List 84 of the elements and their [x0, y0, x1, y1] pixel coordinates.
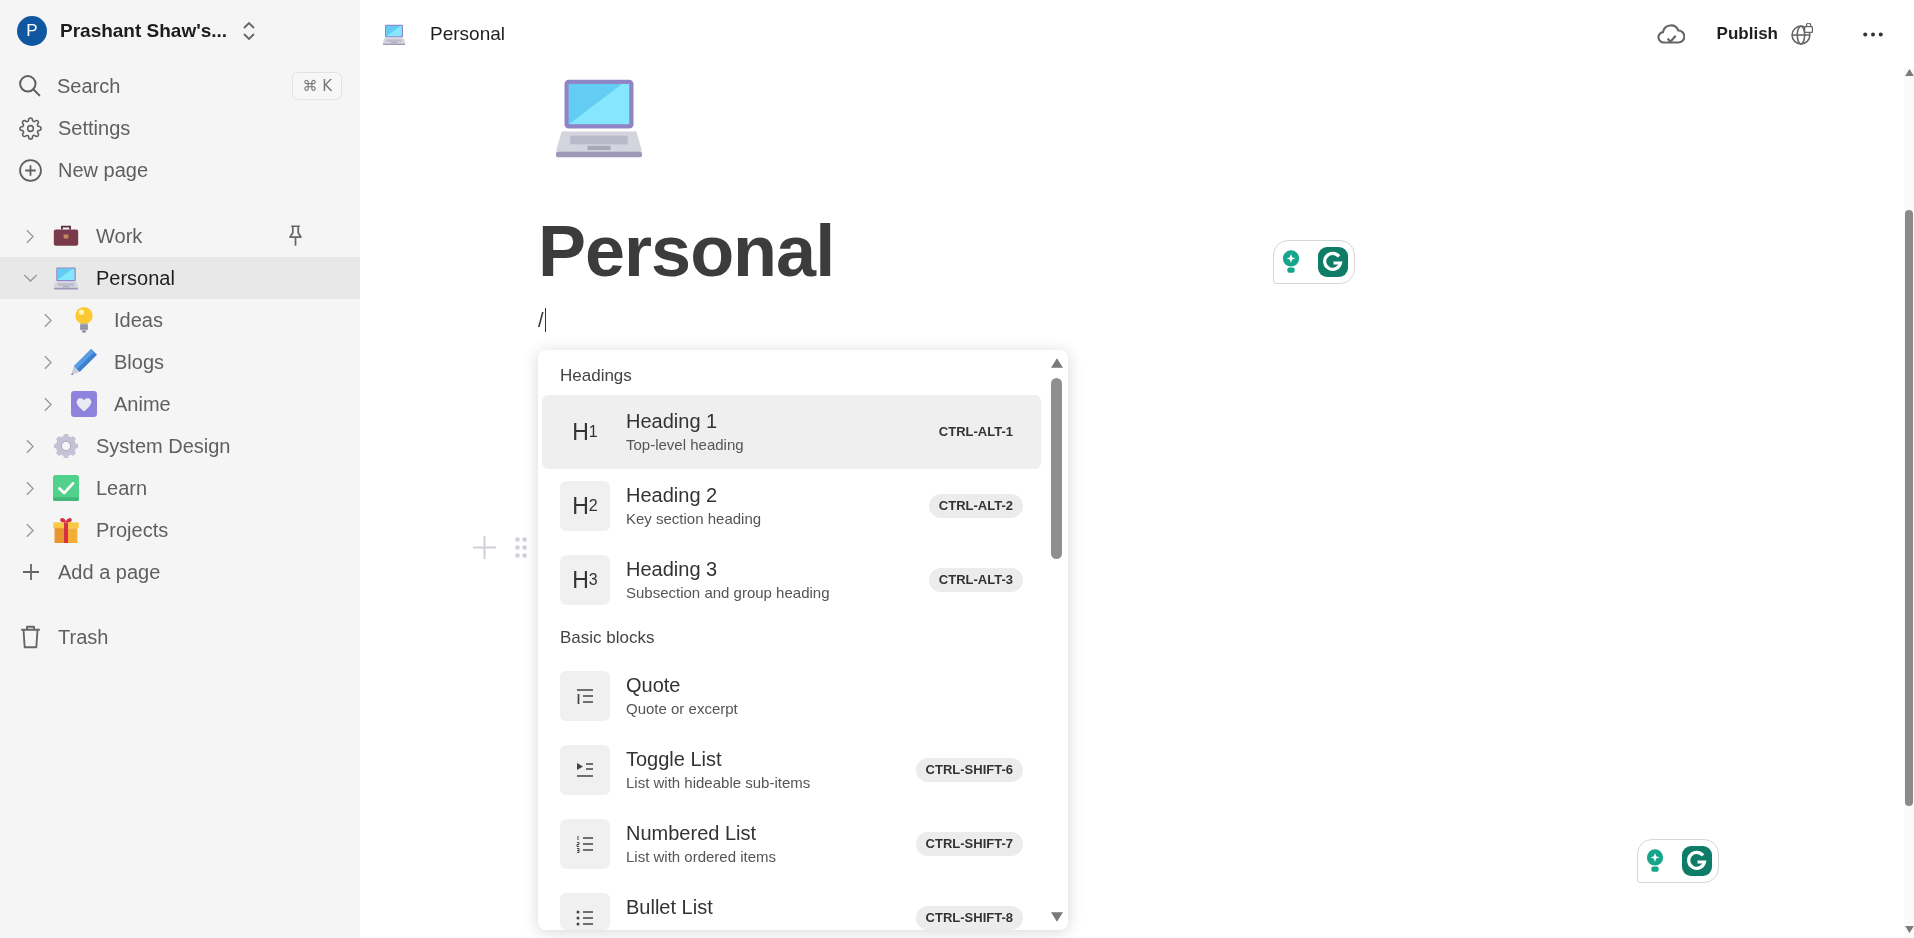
- more-icon[interactable]: [1863, 31, 1883, 37]
- gift-icon: [53, 517, 79, 543]
- chevron-right-icon[interactable]: [26, 228, 34, 244]
- shortcut-label: CTRL-SHIFT-6: [915, 758, 1023, 782]
- block-input[interactable]: /: [538, 304, 547, 336]
- item-title: Heading 2: [626, 483, 719, 507]
- sidebar-item[interactable]: Projects: [0, 509, 360, 551]
- cloud-check-icon: [1656, 22, 1685, 46]
- chevron-down-icon[interactable]: [22, 274, 38, 282]
- checkbox-icon: [53, 475, 79, 501]
- section-heading: Basic blocks: [560, 627, 655, 650]
- shortcut-hint: ⌘ K: [292, 72, 342, 100]
- chevron-right-icon[interactable]: [44, 354, 52, 370]
- gear-icon: [53, 433, 79, 459]
- drag-handle-icon[interactable]: [514, 536, 528, 559]
- shortcut-label: CTRL-ALT-1: [937, 423, 1014, 442]
- settings-button[interactable]: Settings: [0, 107, 360, 149]
- trash-icon: [20, 625, 41, 649]
- shortcut-label: CTRL-ALT-2: [928, 494, 1023, 518]
- chevron-up-down-icon[interactable]: [243, 22, 256, 40]
- add-page-button[interactable]: Add a page: [0, 551, 360, 593]
- assistant-widget[interactable]: [1273, 240, 1355, 284]
- item-title: Heading 1: [626, 409, 719, 433]
- item-description: Top-level heading: [626, 436, 744, 454]
- page-title: Personal: [538, 210, 835, 293]
- sidebar-item[interactable]: Anime: [0, 383, 360, 425]
- scroll-down-icon[interactable]: [1904, 926, 1914, 933]
- workspace-name[interactable]: Prashant Shaw's...: [60, 16, 228, 46]
- pin-icon[interactable]: [289, 225, 302, 247]
- scroll-up-icon[interactable]: [1904, 69, 1914, 76]
- sidebar-item[interactable]: Personal: [0, 257, 360, 299]
- search-icon: [19, 75, 41, 97]
- item-description: List with ordered items: [626, 848, 777, 866]
- scroll-up-icon[interactable]: [1050, 358, 1063, 368]
- lightbulb-icon: [1282, 250, 1300, 274]
- quote-icon: [560, 671, 610, 721]
- sidebar-item[interactable]: Ideas: [0, 299, 360, 341]
- publish-button[interactable]: Publish: [1706, 16, 1788, 52]
- search-button[interactable]: Search ⌘ K: [0, 65, 360, 107]
- item-title: Quote: [626, 673, 682, 697]
- g-logo-icon: [1318, 247, 1348, 277]
- globe-lock-icon[interactable]: [1791, 23, 1813, 45]
- bullet-list-icon: [560, 893, 610, 930]
- plus-icon[interactable]: [472, 535, 497, 560]
- item-title: Heading 3: [626, 557, 719, 581]
- scrollbar-thumb[interactable]: [1905, 210, 1913, 806]
- laptop-icon: [382, 22, 406, 46]
- briefcase-icon: [53, 223, 79, 249]
- g-logo-icon: [1682, 846, 1712, 876]
- sidebar-item[interactable]: Work: [0, 215, 360, 257]
- plus-icon: [22, 563, 40, 581]
- laptop-icon: [53, 265, 79, 291]
- section-heading: Headings: [560, 364, 632, 387]
- item-description: Key section heading: [626, 510, 762, 528]
- numbered-list-icon: [560, 819, 610, 869]
- chevron-right-icon[interactable]: [26, 480, 34, 496]
- shortcut-label: CTRL-SHIFT-8: [915, 906, 1023, 930]
- item-title: Bullet List: [626, 895, 713, 919]
- chevron-right-icon[interactable]: [44, 312, 52, 328]
- avatar: P: [17, 16, 47, 46]
- lightbulb-icon: [1646, 849, 1664, 873]
- item-description: List with hideable sub-items: [626, 774, 811, 792]
- item-title: Toggle List: [626, 747, 723, 771]
- item-title: Numbered List: [626, 821, 758, 845]
- scroll-down-icon[interactable]: [1050, 912, 1063, 922]
- shortcut-label: CTRL-ALT-3: [928, 568, 1023, 592]
- sidebar-item[interactable]: System Design: [0, 425, 360, 467]
- chevron-right-icon[interactable]: [26, 438, 34, 454]
- pen-icon: [71, 349, 97, 375]
- settings-icon: [19, 116, 42, 140]
- new-page-button[interactable]: New page: [0, 149, 360, 191]
- chevron-right-icon[interactable]: [44, 396, 52, 412]
- scrollbar-thumb[interactable]: [1051, 378, 1062, 559]
- item-description: Quote or excerpt: [626, 700, 738, 718]
- item-description: Subsection and group heading: [626, 584, 830, 602]
- trash-button[interactable]: Trash: [0, 616, 360, 658]
- assistant-widget[interactable]: [1637, 839, 1719, 883]
- plus-circle-icon: [19, 158, 42, 182]
- toggle-list-icon: [560, 745, 610, 795]
- sidebar-item[interactable]: Blogs: [0, 341, 360, 383]
- breadcrumb-title[interactable]: Personal: [430, 19, 505, 49]
- sidebar-item[interactable]: Learn: [0, 467, 360, 509]
- shortcut-label: CTRL-SHIFT-7: [915, 832, 1023, 856]
- chevron-right-icon[interactable]: [26, 522, 34, 538]
